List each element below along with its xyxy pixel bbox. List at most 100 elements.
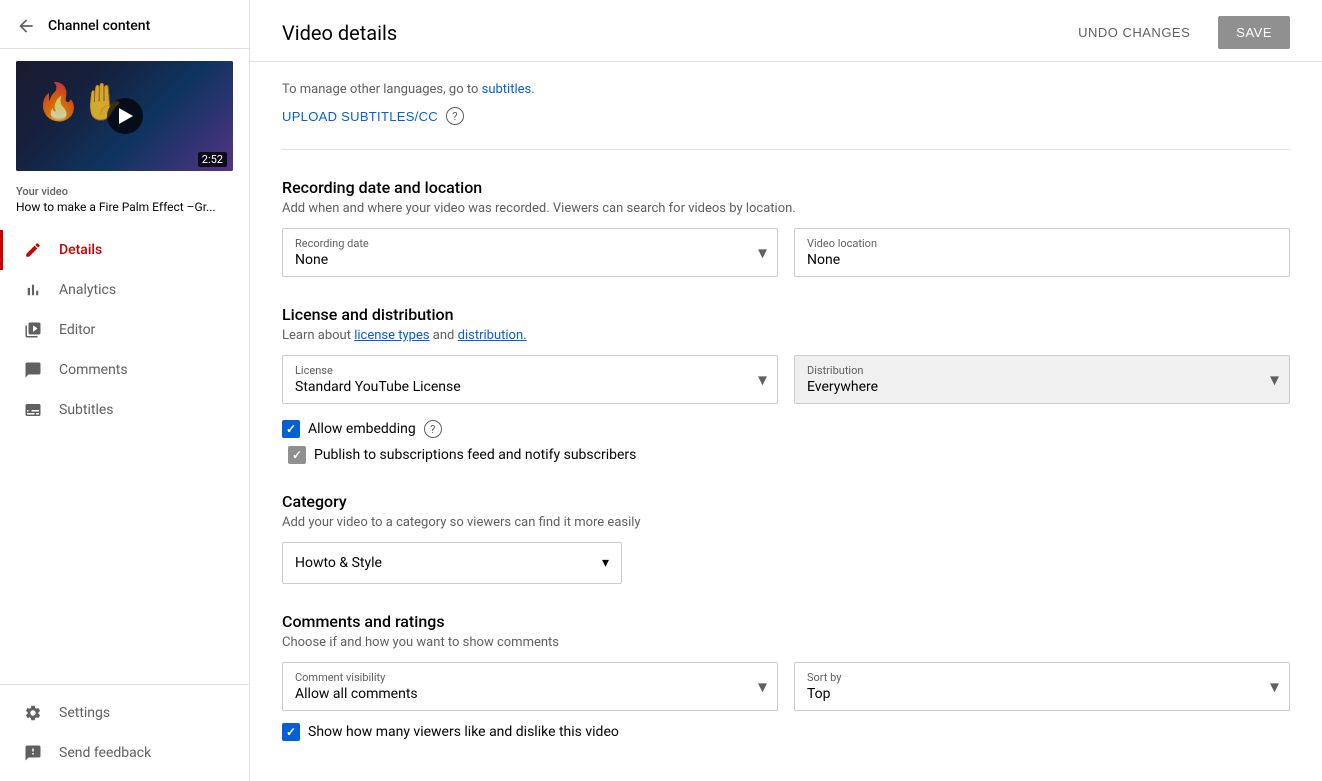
main-header: Video details UNDO CHANGES SAVE <box>250 0 1322 62</box>
comments-fields: Comment visibility Allow all comments ▾ … <box>282 662 1290 711</box>
video-location-field[interactable]: Video location None <box>794 228 1290 277</box>
sidebar-item-settings[interactable]: Settings <box>0 693 249 733</box>
sort-by-field[interactable]: Sort by Top ▾ <box>794 662 1290 711</box>
license-types-link[interactable]: license types <box>354 328 429 343</box>
comment-visibility-value: Allow all comments <box>295 686 765 702</box>
comment-visibility-field[interactable]: Comment visibility Allow all comments ▾ <box>282 662 778 711</box>
video-name: How to make a Fire Palm Effect –Gr... <box>16 200 233 214</box>
distribution-label: Distribution <box>807 364 1277 377</box>
subtitles-help-icon[interactable]: ? <box>446 107 464 125</box>
save-button[interactable]: SAVE <box>1218 16 1290 49</box>
allow-embedding-checkbox[interactable]: ✓ <box>282 420 300 438</box>
comments-icon <box>23 360 43 380</box>
analytics-label: Analytics <box>59 282 116 298</box>
details-label: Details <box>59 242 102 258</box>
checkmark-icon-2: ✓ <box>292 449 302 461</box>
sort-by-label: Sort by <box>807 671 1277 684</box>
recording-section-title: Recording date and location <box>282 178 1290 197</box>
subtitles-icon <box>23 400 43 420</box>
category-value: Howto & Style <box>295 555 382 571</box>
sidebar-item-subtitles[interactable]: Subtitles <box>0 390 249 430</box>
checkmark-icon: ✓ <box>286 423 296 435</box>
page-title: Video details <box>282 21 397 45</box>
publish-subscriptions-label: Publish to subscriptions feed and notify… <box>314 447 636 463</box>
main-content: Video details UNDO CHANGES SAVE To manag… <box>250 0 1322 781</box>
sidebar-item-analytics[interactable]: Analytics <box>0 270 249 310</box>
channel-content-label: Channel content <box>48 18 150 34</box>
comments-section-desc: Choose if and how you want to show comme… <box>282 635 1290 650</box>
subtitles-manage-text: To manage other languages, go to subtitl… <box>282 82 1290 97</box>
recording-section-desc: Add when and where your video was record… <box>282 201 1290 216</box>
sidebar: Channel content 🔥✋ 2:52 Your video How t… <box>0 0 250 781</box>
editor-icon <box>23 320 43 340</box>
video-location-value: None <box>807 252 1277 268</box>
editor-label: Editor <box>59 322 95 338</box>
video-duration: 2:52 <box>198 152 227 167</box>
video-location-label: Video location <box>807 237 1277 250</box>
sidebar-item-comments[interactable]: Comments <box>0 350 249 390</box>
recording-date-label: Recording date <box>295 237 765 250</box>
feedback-icon <box>23 743 43 763</box>
allow-embedding-label: Allow embedding <box>308 421 416 437</box>
analytics-icon <box>23 280 43 300</box>
sort-by-value: Top <box>807 686 1277 702</box>
undo-changes-button[interactable]: UNDO CHANGES <box>1066 17 1202 48</box>
recording-date-arrow-icon: ▾ <box>758 242 767 263</box>
publish-subscriptions-checkbox[interactable]: ✓ <box>288 446 306 464</box>
license-section-desc: Learn about license types and distributi… <box>282 328 1290 343</box>
recording-section: Recording date and location Add when and… <box>282 178 1290 277</box>
video-preview: 🔥✋ 2:52 <box>16 61 233 171</box>
section-divider <box>282 149 1290 150</box>
distribution-link[interactable]: distribution. <box>458 328 527 343</box>
show-likes-checkbox[interactable]: ✓ <box>282 723 300 741</box>
sidebar-footer: Settings Send feedback <box>0 684 249 781</box>
distribution-field[interactable]: Distribution Everywhere ▾ <box>794 355 1290 404</box>
allow-embedding-row: ✓ Allow embedding ? <box>282 420 1290 438</box>
show-likes-label: Show how many viewers like and dislike t… <box>308 724 619 740</box>
license-value: Standard YouTube License <box>295 379 765 395</box>
upload-subtitles-row: UPLOAD SUBTITLES/CC ? <box>282 107 1290 125</box>
category-section: Category Add your video to a category so… <box>282 492 1290 584</box>
content-body: To manage other languages, go to subtitl… <box>250 62 1322 781</box>
distribution-value: Everywhere <box>807 379 1277 395</box>
comments-nav-label: Comments <box>59 362 128 378</box>
upload-subtitles-button[interactable]: UPLOAD SUBTITLES/CC <box>282 109 438 124</box>
comments-section: Comments and ratings Choose if and how y… <box>282 612 1290 741</box>
settings-label: Settings <box>59 705 110 721</box>
back-button[interactable] <box>16 16 36 36</box>
play-button[interactable] <box>107 98 143 134</box>
recording-fields: Recording date None ▾ Video location Non… <box>282 228 1290 277</box>
settings-icon <box>23 703 43 723</box>
license-arrow-icon: ▾ <box>758 369 767 390</box>
pencil-icon <box>23 240 43 260</box>
recording-date-value: None <box>295 252 765 268</box>
video-info: Your video How to make a Fire Palm Effec… <box>0 179 249 226</box>
category-select[interactable]: Howto & Style ▾ <box>282 542 622 584</box>
your-video-label: Your video <box>16 185 233 198</box>
subtitles-section: To manage other languages, go to subtitl… <box>282 82 1290 150</box>
sidebar-item-editor[interactable]: Editor <box>0 310 249 350</box>
subtitles-label: Subtitles <box>59 402 114 418</box>
category-arrow-icon: ▾ <box>602 555 609 571</box>
license-field[interactable]: License Standard YouTube License ▾ <box>282 355 778 404</box>
license-label: License <box>295 364 765 377</box>
publish-subscriptions-row: ✓ Publish to subscriptions feed and noti… <box>288 446 1290 464</box>
license-section-title: License and distribution <box>282 305 1290 324</box>
video-thumbnail: 🔥✋ 2:52 <box>16 61 233 171</box>
sidebar-item-details[interactable]: Details <box>0 230 249 270</box>
license-section: License and distribution Learn about lic… <box>282 305 1290 464</box>
subtitles-link[interactable]: subtitles. <box>482 82 535 97</box>
comments-section-title: Comments and ratings <box>282 612 1290 631</box>
sidebar-nav: Details Analytics Editor Comments Subtit… <box>0 226 249 684</box>
sidebar-item-send-feedback[interactable]: Send feedback <box>0 733 249 773</box>
comment-visibility-label: Comment visibility <box>295 671 765 684</box>
header-actions: UNDO CHANGES SAVE <box>1066 16 1290 49</box>
show-likes-row: ✓ Show how many viewers like and dislike… <box>282 723 1290 741</box>
send-feedback-label: Send feedback <box>59 745 151 761</box>
allow-embedding-help-icon[interactable]: ? <box>424 420 442 438</box>
show-likes-checkmark-icon: ✓ <box>286 726 296 738</box>
category-section-desc: Add your video to a category so viewers … <box>282 515 1290 530</box>
comment-visibility-arrow-icon: ▾ <box>758 676 767 697</box>
license-fields: License Standard YouTube License ▾ Distr… <box>282 355 1290 404</box>
recording-date-field[interactable]: Recording date None ▾ <box>282 228 778 277</box>
